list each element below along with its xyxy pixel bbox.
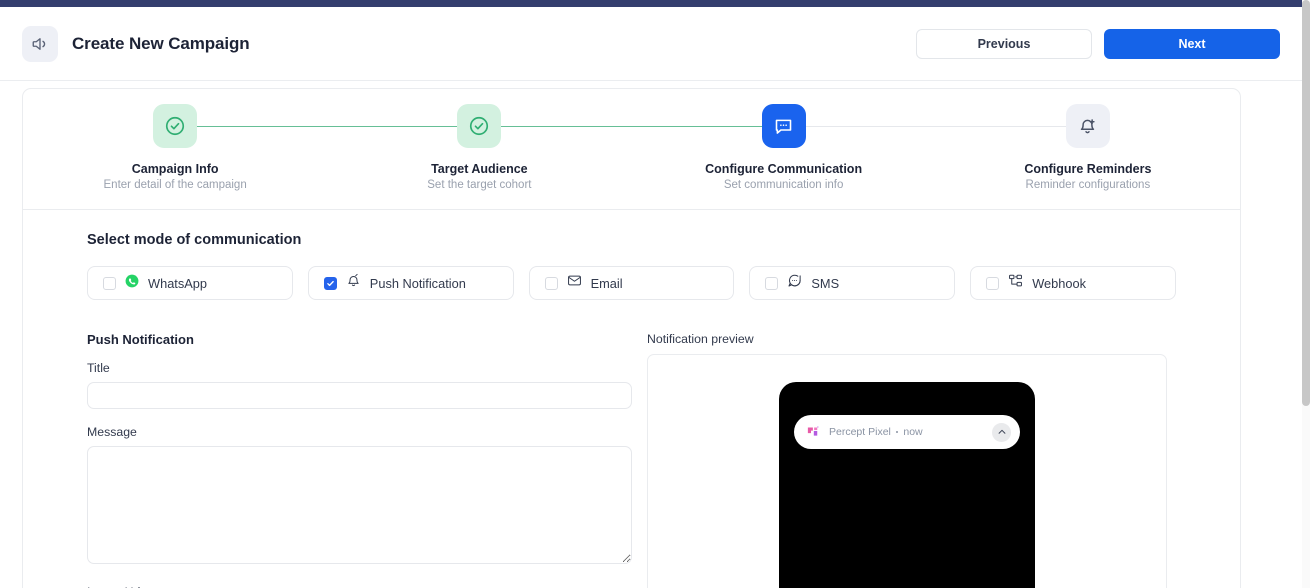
card-body: Select mode of communication WhatsApp Pu… <box>23 210 1240 588</box>
page-scrollbar-track[interactable] <box>1302 0 1310 588</box>
title-input[interactable] <box>87 382 632 409</box>
mode-option-sms[interactable]: SMS <box>749 266 956 300</box>
notification-preview-panel: Notification preview Percept Pixel now <box>647 332 1167 588</box>
notification-time: now <box>903 426 923 438</box>
push-notification-form: Push Notification Title Message Image Ur… <box>87 332 632 588</box>
mode-label: SMS <box>811 275 840 291</box>
step-configure-communication[interactable]: Configure Communication Set communicatio… <box>632 104 1088 191</box>
megaphone-icon <box>22 25 58 62</box>
header-left: Create New Campaign <box>22 25 250 62</box>
form-subheading: Push Notification <box>87 332 194 347</box>
mode-option-push-notification[interactable]: Push Notification <box>307 266 514 300</box>
mode-label: WhatsApp <box>148 275 208 291</box>
notification-meta: Percept Pixel now <box>829 426 923 438</box>
title-field-label: Title <box>87 361 110 375</box>
wizard-stepper: Campaign Info Enter detail of the campai… <box>23 89 1240 210</box>
preview-label: Notification preview <box>647 332 754 346</box>
top-accent-bar <box>0 0 1310 7</box>
page-header: Create New Campaign Previous Next <box>0 7 1302 81</box>
message-field-label: Message <box>87 425 137 439</box>
push-notification-form-area: Push Notification Title Message Image Ur… <box>87 332 1176 588</box>
step-label: Campaign Info <box>131 162 219 176</box>
step-campaign-info[interactable]: Campaign Info Enter detail of the campai… <box>23 104 480 191</box>
envelope-icon <box>567 273 582 293</box>
step-connector-3 <box>783 126 1088 127</box>
chevron-up-icon[interactable] <box>992 422 1011 442</box>
whatsapp-icon <box>125 274 139 293</box>
mode-option-email[interactable]: Email <box>528 266 735 300</box>
campaign-wizard-page: Create New Campaign Previous Next Campai… <box>0 0 1310 588</box>
sms-checkbox[interactable] <box>765 276 779 290</box>
email-checkbox[interactable] <box>544 276 558 290</box>
step-label: Target Audience <box>431 162 528 176</box>
step-label: Configure Reminders <box>1024 162 1152 176</box>
step-label: Configure Communication <box>705 162 863 176</box>
step-connector-1 <box>175 126 480 127</box>
sms-icon <box>787 273 802 293</box>
message-textarea[interactable] <box>87 446 632 564</box>
webhook-checkbox[interactable] <box>986 276 1000 290</box>
next-button[interactable]: Next <box>1104 28 1280 59</box>
step-sublabel: Reminder configurations <box>1025 179 1151 191</box>
previous-button[interactable]: Previous <box>916 28 1092 59</box>
header-actions: Previous Next <box>916 28 1280 59</box>
step-sublabel: Set the target cohort <box>427 179 532 191</box>
percept-pixel-logo-icon <box>806 425 821 440</box>
push-notification-checkbox[interactable] <box>323 276 337 290</box>
phone-mockup: Percept Pixel now <box>779 382 1035 588</box>
step-sublabel: Set communication info <box>723 179 844 191</box>
step-connector-2 <box>479 126 784 127</box>
mode-option-whatsapp[interactable]: WhatsApp <box>87 266 293 300</box>
stepper-steps: Campaign Info Enter detail of the campai… <box>23 104 1240 191</box>
mode-option-webhook[interactable]: Webhook <box>970 266 1176 300</box>
mode-label: Email <box>590 275 623 291</box>
step-target-audience[interactable]: Target Audience Set the target cohort <box>327 104 784 191</box>
chat-bubble-icon <box>761 104 806 148</box>
bell-plus-icon <box>1065 104 1110 148</box>
step-sublabel: Enter detail of the campaign <box>103 179 247 191</box>
notification-app-name: Percept Pixel <box>829 426 891 438</box>
separator-dot <box>895 430 899 434</box>
mode-label: Push Notification <box>369 275 466 291</box>
page-scrollbar-thumb[interactable] <box>1302 0 1310 406</box>
page-title: Create New Campaign <box>72 33 250 53</box>
whatsapp-checkbox[interactable] <box>103 276 116 290</box>
notification-card[interactable]: Percept Pixel now <box>794 415 1020 449</box>
mode-label: Webhook <box>1032 275 1087 291</box>
bell-icon <box>346 273 361 293</box>
webhook-icon <box>1008 273 1023 293</box>
section-title: Select mode of communication <box>87 232 302 248</box>
check-circle-icon <box>457 104 502 148</box>
preview-box: Percept Pixel now <box>647 354 1167 588</box>
step-configure-reminders[interactable]: Configure Reminders Reminder configurati… <box>936 104 1240 191</box>
check-circle-icon <box>153 104 198 148</box>
communication-modes: WhatsApp Push Notification Email SMS Web… <box>87 266 1176 300</box>
wizard-card: Campaign Info Enter detail of the campai… <box>22 88 1241 588</box>
